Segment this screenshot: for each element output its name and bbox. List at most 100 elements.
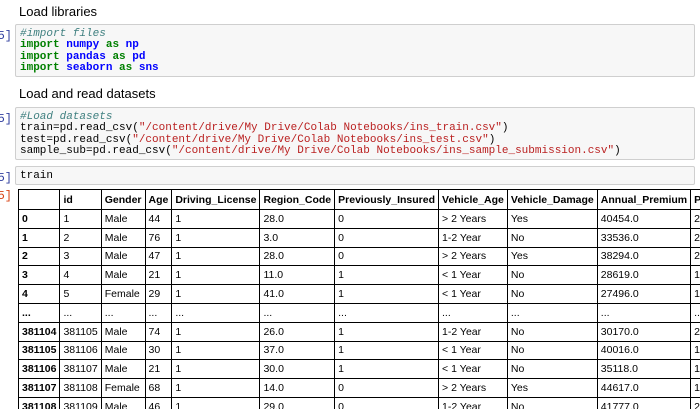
table-cell: ... — [334, 302, 440, 323]
code-token: seaborn — [66, 62, 113, 75]
table-cell: 0 — [334, 227, 440, 248]
table-cell: 1 — [171, 359, 261, 380]
table-row: 381104 381105 Male 74 1 26.0 1 1-2 Year No 30170.… — [18, 321, 700, 342]
table-cell: ... — [259, 302, 336, 323]
cell-prompt-train: [5]: — [0, 171, 12, 185]
table-cell: 35118.0 — [596, 359, 692, 380]
table-cell: 26.0 — [690, 227, 700, 248]
column-header: Gender — [100, 189, 146, 210]
row-index: ... — [18, 302, 61, 323]
table-cell: Yes — [506, 246, 598, 267]
code-lines-train: train — [20, 170, 690, 182]
code-line: train — [20, 170, 690, 182]
code-token: sns — [138, 62, 159, 75]
table-cell: 0 — [334, 209, 440, 229]
table-cell: 11.0 — [259, 265, 336, 286]
table-body: 01Male44128.00> 2 YearsYes40454.026.012M… — [18, 209, 700, 409]
table-cell: No — [506, 340, 598, 361]
output-prompt: [5]: — [0, 189, 12, 203]
table-cell: 381106 — [59, 340, 102, 361]
table-cell: Male — [100, 265, 146, 286]
table-row: 12Male7613.001-2 YearNo33536.026.0 — [18, 227, 700, 248]
code-token: pandas — [66, 50, 106, 63]
code-token: import — [20, 62, 60, 75]
code-line: import seaborn as sns — [20, 63, 690, 74]
table-row: 34Male21111.01< 1 YearNo28619.0152.0 — [18, 265, 700, 286]
table-cell: No — [506, 284, 598, 304]
table-row: ................................. — [18, 302, 700, 323]
table-cell: < 1 Year — [438, 265, 508, 286]
table-cell: No — [506, 359, 598, 380]
table-cell: 76 — [144, 227, 173, 248]
table-cell: 5 — [59, 284, 102, 304]
table-cell: 41.0 — [259, 284, 336, 304]
table-cell: 3.0 — [259, 227, 336, 248]
table-cell: Male — [100, 209, 146, 229]
table-row: 381108 381109 Male 46 1 29.0 0 1-2 Year No 41777.… — [18, 396, 700, 409]
code-cell-load-datasets[interactable]: #Load datasets train=pd.read_csv("/conten… — [15, 107, 695, 160]
table-cell: 1 — [334, 265, 440, 286]
code-token: np — [125, 39, 139, 52]
column-header: Annual_Premium — [596, 189, 692, 210]
table-cell: 1 — [171, 321, 261, 342]
column-header: Vehicle_Damage — [506, 189, 598, 210]
table-cell: No — [506, 396, 598, 409]
code-token: import — [20, 50, 60, 63]
table-cell: ... — [506, 302, 598, 323]
code-lines-imports: #import files import numpy as np import pa… — [20, 28, 690, 75]
table-cell: ... — [438, 302, 508, 323]
table-cell: 26.0 — [690, 209, 700, 229]
index-header — [18, 189, 61, 210]
table-cell: 1 — [171, 378, 261, 398]
table-cell: 0 — [334, 396, 440, 409]
table-cell: 28619.0 — [596, 265, 692, 286]
table-cell: 1 — [334, 359, 440, 380]
table-cell: 29.0 — [259, 396, 336, 409]
row-index: 4 — [18, 284, 61, 304]
column-header: Policy_Sales_Channel — [690, 189, 700, 210]
table-cell: No — [506, 265, 598, 286]
table-cell: ... — [144, 302, 173, 323]
table-cell: 1-2 Year — [438, 227, 508, 248]
table-cell: Male — [100, 396, 146, 409]
table-row: 45Female29141.01< 1 YearNo27496.0152.0 — [18, 284, 700, 304]
column-header: Driving_License — [171, 189, 261, 210]
table-cell: 1 — [334, 321, 440, 342]
table-cell: ... — [690, 302, 700, 323]
table-cell: 14.0 — [259, 378, 336, 398]
cell-prompt-load-datasets: [5]: — [0, 112, 12, 126]
table-cell: Male — [100, 340, 146, 361]
table-cell: 0 — [334, 378, 440, 398]
code-token: #Load datasets — [20, 111, 113, 123]
table-cell: < 1 Year — [438, 359, 508, 380]
table-cell: 30170.0 — [596, 321, 692, 342]
table-cell: 0 — [334, 246, 440, 267]
table-cell: 124.0 — [690, 378, 700, 398]
cell-prompt-imports: [5]: — [0, 29, 12, 43]
table-cell: 1 — [171, 396, 261, 409]
table-row: 01Male44128.00> 2 YearsYes40454.026.0 — [18, 209, 700, 229]
code-line: sample_sub=pd.read_csv("/content/drive/M… — [20, 146, 690, 157]
table-cell: 44617.0 — [596, 378, 692, 398]
code-cell-train[interactable]: train — [15, 166, 695, 185]
table-cell: 2 — [59, 227, 102, 248]
code-cell-imports[interactable]: #import files import numpy as np import pa… — [15, 24, 695, 77]
table-cell: No — [506, 227, 598, 248]
markdown-load-libraries: Load libraries — [19, 4, 98, 19]
table-cell: 33536.0 — [596, 227, 692, 248]
code-token: train=pd.read_csv( — [20, 122, 139, 135]
code-token: sample_sub=pd.read_csv( — [20, 145, 172, 158]
table-cell: ... — [59, 302, 102, 323]
code-lines-load-datasets: #Load datasets train=pd.read_csv("/conten… — [20, 111, 690, 158]
table-cell: 1 — [171, 246, 261, 267]
table-cell: 4 — [59, 265, 102, 286]
code-token: train — [20, 170, 54, 182]
table-cell: > 2 Years — [438, 246, 508, 267]
table-cell: 1 — [171, 265, 261, 286]
table-cell: Yes — [506, 378, 598, 398]
table-cell: Yes — [506, 209, 598, 229]
table-cell: 74 — [144, 321, 173, 342]
